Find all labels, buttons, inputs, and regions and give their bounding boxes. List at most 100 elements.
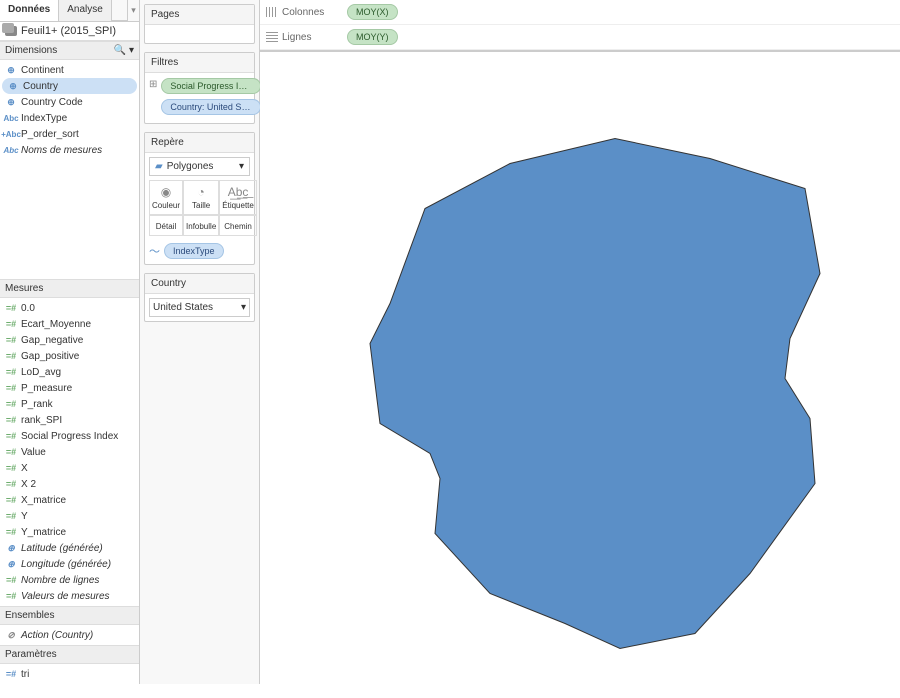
field-label: X [21, 463, 28, 474]
number-icon: =# [5, 350, 17, 362]
columns-pill[interactable]: MOY(X) [347, 4, 398, 20]
globe-icon: ⊕ [5, 64, 17, 76]
mark-button-étiquette[interactable]: A͟b͟c͟Étiquette [219, 180, 257, 215]
field-label: tri [21, 669, 29, 680]
abc-icon: +Abc [5, 128, 17, 140]
number-icon: =# [5, 446, 17, 458]
field-item[interactable]: ⊕Longitude (générée) [0, 556, 139, 572]
field-label: P_measure [21, 383, 72, 394]
field-label: 0.0 [21, 303, 35, 314]
field-item[interactable]: ⊕Country Code [0, 94, 139, 110]
visualization-canvas[interactable] [260, 51, 900, 695]
field-item[interactable]: =#X_matrice [0, 492, 139, 508]
field-label: Ecart_Moyenne [21, 319, 91, 330]
parametres-header: Paramètres [0, 645, 139, 664]
field-item[interactable]: Abc IndexType [0, 110, 139, 126]
tab-dropdown-icon[interactable]: ▾ [127, 0, 139, 21]
measures-header: Mesures [0, 279, 139, 298]
dimensions-header: Dimensions 🔍 ▾ [0, 41, 139, 60]
mark-button-taille[interactable]: ◔ Taille [183, 180, 219, 215]
mark-button-chemin[interactable]: Chemin [219, 215, 257, 236]
mark-button-détail[interactable]: Détail [149, 215, 183, 236]
columns-shelf-label: Colonnes [266, 7, 336, 18]
field-item[interactable]: =# Nombre de lignes [0, 572, 139, 588]
tab-analysis[interactable]: Analyse [59, 0, 112, 21]
globe-icon: ⊕ [5, 96, 17, 108]
mark-button-couleur[interactable]: ◉ Couleur [149, 180, 183, 215]
field-item[interactable]: =#Ecart_Moyenne [0, 316, 139, 332]
field-label: Gap_negative [21, 335, 83, 346]
field-item[interactable]: =#Y [0, 508, 139, 524]
mark-label: Couleur [152, 201, 180, 210]
parametres-list: =#tri [0, 664, 139, 684]
columns-icon [266, 7, 278, 17]
mark-button-infobulle[interactable]: Infobulle [183, 215, 219, 236]
field-item[interactable]: =#P_rank [0, 396, 139, 412]
field-item[interactable]: =#X [0, 460, 139, 476]
number-icon: =# [5, 334, 17, 346]
field-label: Nombre de lignes [21, 575, 99, 586]
pages-shelf[interactable] [145, 25, 254, 43]
set-icon: ⊘ [5, 629, 17, 641]
field-item[interactable]: =#LoD_avg [0, 364, 139, 380]
abc-icon: Abc [5, 112, 17, 124]
number-icon: =# [5, 526, 17, 538]
rows-pill[interactable]: MOY(Y) [347, 29, 398, 45]
number-icon: =# [5, 574, 17, 586]
dimensions-list: ⊕Continent⊕Country⊕Country CodeAbcIndexT… [0, 60, 139, 160]
field-item[interactable]: =# 0.0 [0, 300, 139, 316]
filtres-shelf[interactable]: ⊞Social Progress IndexCountry: United St… [145, 73, 254, 123]
field-item[interactable]: ⊕Country [2, 78, 137, 94]
field-label: X 2 [21, 479, 36, 490]
field-label: Longitude (générée) [21, 559, 111, 570]
field-label: Country [23, 81, 58, 92]
field-label: Action (Country) [21, 630, 93, 641]
field-label: IndexType [21, 113, 67, 124]
mark-icon: ◉ [161, 185, 171, 199]
number-icon: =# [5, 366, 17, 378]
mark-icon: ◔ [198, 185, 205, 199]
rows-icon [266, 32, 278, 42]
field-item[interactable]: =#Value [0, 444, 139, 460]
datasource-icon [5, 26, 17, 36]
field-label: Social Progress Index [21, 431, 118, 442]
field-item[interactable]: =#Social Progress Index [0, 428, 139, 444]
globe-icon: ⊕ [5, 542, 17, 554]
field-item[interactable]: AbcNoms de mesures [0, 142, 139, 158]
number-icon: =# [5, 478, 17, 490]
field-item[interactable]: =#Gap_positive [0, 348, 139, 364]
field-item[interactable]: =#Valeurs de mesures [0, 588, 139, 604]
field-item[interactable]: ⊘ Action (Country) [0, 627, 139, 643]
number-icon: =# [5, 510, 17, 522]
mark-label: Taille [192, 201, 210, 210]
number-icon: =# [5, 382, 17, 394]
ensembles-header: Ensembles [0, 606, 139, 625]
country-select[interactable]: United States ▾ [149, 298, 250, 317]
field-item[interactable]: +Abc P_order_sort [0, 126, 139, 142]
field-label: Y_matrice [21, 527, 66, 538]
tab-data[interactable]: Données [0, 0, 59, 21]
field-item[interactable]: ⊕Latitude (générée) [0, 540, 139, 556]
filter-pill[interactable]: Social Progress Index [161, 78, 261, 94]
measures-list: =#0.0=#Ecart_Moyenne=#Gap_negative=#Gap_… [0, 298, 139, 606]
field-label: P_order_sort [21, 129, 79, 140]
field-item[interactable]: =# Y_matrice [0, 524, 139, 540]
field-item[interactable]: ⊕Continent [0, 62, 139, 78]
mark-label: Détail [156, 222, 176, 231]
indextype-pill[interactable]: IndexType [164, 243, 224, 259]
filter-pill[interactable]: Country: United Stat.. [161, 99, 261, 115]
field-item[interactable]: =# Gap_negative [0, 332, 139, 348]
marks-type-select[interactable]: ▰ Polygones ▾ [149, 157, 250, 176]
number-icon: =# [5, 302, 17, 314]
number-icon: =# [5, 398, 17, 410]
field-item[interactable]: =#rank_SPI [0, 412, 139, 428]
datasource-selector[interactable]: Feuil1+ (2015_SPI) [0, 22, 139, 41]
field-item[interactable]: =# X 2 [0, 476, 139, 492]
field-label: Valeurs de mesures [21, 591, 110, 602]
ensembles-list: ⊘ Action (Country) [0, 625, 139, 645]
chevron-down-icon: ▾ [241, 302, 246, 313]
field-item[interactable]: =#tri [0, 666, 139, 682]
search-icon[interactable]: 🔍 ▾ [114, 45, 134, 56]
field-item[interactable]: =# P_measure [0, 380, 139, 396]
polygon-mark[interactable] [370, 139, 820, 649]
